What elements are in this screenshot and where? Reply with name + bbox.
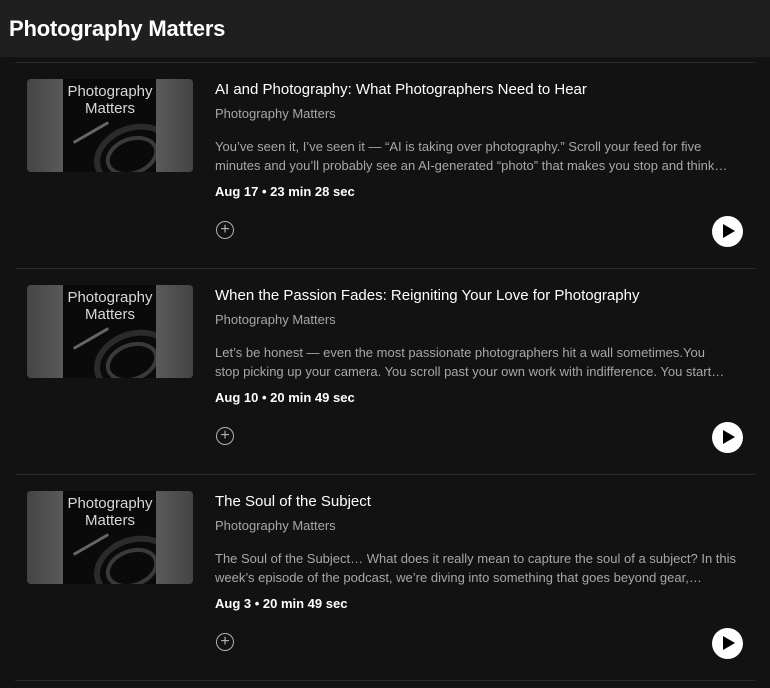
episode-date-duration: Aug 17 • 23 min 28 sec xyxy=(215,184,355,199)
episode-date-duration: Aug 3 • 20 min 49 sec xyxy=(215,596,348,611)
episode-title[interactable]: When the Passion Fades: Reigniting Your … xyxy=(215,287,639,304)
description-line: You’ve seen it, I’ve seen it — “AI is ta… xyxy=(215,139,702,154)
episode-date-duration: Aug 10 • 20 min 49 sec xyxy=(215,390,355,405)
play-icon xyxy=(723,636,735,650)
episode-cover-image[interactable]: Photography Matters xyxy=(27,285,193,378)
play-icon xyxy=(723,224,735,238)
cover-title-line2: Matters xyxy=(84,512,135,529)
episode-description: You’ve seen it, I’ve seen it — “AI is ta… xyxy=(215,137,745,175)
cover-title-line1: Photography xyxy=(67,83,153,100)
episode-show-name[interactable]: Photography Matters xyxy=(215,312,336,327)
description-line: minutes and you’ll probably see an AI-ge… xyxy=(215,158,728,173)
episode-show-name[interactable]: Photography Matters xyxy=(215,106,336,121)
plus-circle-icon[interactable]: + xyxy=(216,427,234,445)
episode-title[interactable]: AI and Photography: What Photographers N… xyxy=(215,81,587,98)
episode-description: The Soul of the Subject… What does it re… xyxy=(215,549,745,587)
play-button[interactable] xyxy=(712,422,743,453)
episode-description: Let’s be honest — even the most passiona… xyxy=(215,343,745,381)
cover-title-line2: Matters xyxy=(84,306,135,323)
episode-cover-image[interactable]: Photography Matters xyxy=(27,79,193,172)
page-title: Photography Matters xyxy=(9,15,226,41)
play-button[interactable] xyxy=(712,216,743,247)
plus-circle-icon[interactable]: + xyxy=(216,221,234,239)
page-header: Photography Matters xyxy=(0,0,770,57)
episode-row[interactable]: Photography Matters When the Passion Fad… xyxy=(0,269,770,474)
episode-row[interactable]: Photography Matters The Soul of the Subj… xyxy=(0,475,770,680)
episode-cover-image[interactable]: Photography Matters xyxy=(27,491,193,584)
episode-list: Photography Matters AI and Photography: … xyxy=(0,57,770,681)
play-icon xyxy=(723,430,735,444)
description-line: stop picking up your camera. You scroll … xyxy=(215,364,725,379)
plus-circle-icon[interactable]: + xyxy=(216,633,234,651)
episode-show-name[interactable]: Photography Matters xyxy=(215,518,336,533)
cover-title-line1: Photography xyxy=(67,495,153,512)
episode-title[interactable]: The Soul of the Subject xyxy=(215,493,371,510)
description-line: week’s episode of the podcast, we’re div… xyxy=(215,570,702,585)
divider xyxy=(15,680,755,681)
description-line: Let’s be honest — even the most passiona… xyxy=(215,345,705,360)
cover-title-line1: Photography xyxy=(67,289,153,306)
play-button[interactable] xyxy=(712,628,743,659)
description-line: The Soul of the Subject… What does it re… xyxy=(215,551,737,566)
episode-row[interactable]: Photography Matters AI and Photography: … xyxy=(0,63,770,268)
cover-title-line2: Matters xyxy=(84,100,135,117)
